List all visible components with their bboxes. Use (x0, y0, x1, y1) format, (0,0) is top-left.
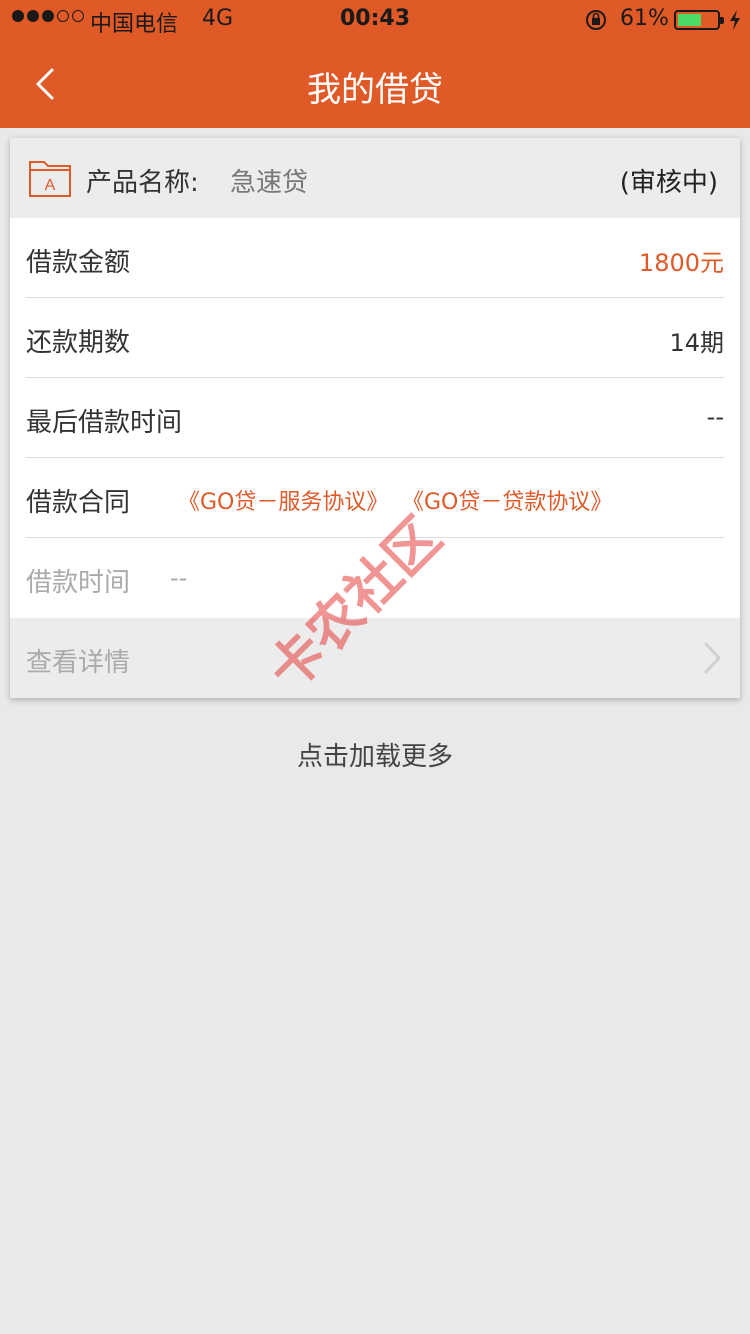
product-name-label: 产品名称: (86, 168, 199, 198)
view-details-button[interactable]: 查看详情 (10, 618, 740, 698)
repayment-periods-value: 14期 (669, 329, 724, 357)
loan-agreement-link[interactable]: 《GO贷－贷款协议》 (402, 484, 612, 516)
repayment-periods-row: 还款期数 14期 (26, 298, 724, 378)
loan-amount-value: 1800元 (638, 249, 724, 277)
status-bar: 中国电信 4G 00:43 61% (0, 0, 750, 40)
loan-time-label: 借款时间 (26, 568, 131, 598)
service-agreement-link[interactable]: 《GO贷－服务协议》 (178, 484, 388, 516)
product-name-value: 急速贷 (230, 168, 309, 198)
chevron-right-icon (704, 642, 721, 674)
loan-amount-row: 借款金额 1800元 (26, 218, 724, 298)
loan-time-value: -- (170, 564, 188, 592)
rotation-lock-icon (586, 10, 606, 30)
loan-card: A 产品名称: 急速贷 (审核中) 借款金额 1800元 还款期数 14期 最后… (10, 138, 740, 698)
last-loan-time-value: -- (706, 403, 724, 431)
nav-bar: 我的借贷 (0, 40, 750, 128)
loan-contract-row: 借款合同 《GO贷－服务协议》 《GO贷－贷款协议》 (26, 458, 724, 538)
loan-time-row: 借款时间 -- (26, 538, 724, 618)
loan-contract-label: 借款合同 (26, 488, 131, 518)
last-loan-time-label: 最后借款时间 (26, 408, 183, 438)
charging-bolt-icon (730, 10, 740, 30)
page-title: 我的借贷 (307, 70, 443, 110)
loan-card-header: A 产品名称: 急速贷 (审核中) (10, 138, 740, 218)
load-more-button[interactable]: 点击加载更多 (0, 736, 750, 773)
loan-amount-label: 借款金额 (26, 248, 131, 278)
battery-icon (674, 10, 724, 30)
battery-percent: 61% (620, 6, 669, 31)
folder-icon: A (29, 161, 71, 197)
header: 中国电信 4G 00:43 61% 我的借贷 (0, 0, 750, 128)
last-loan-time-row: 最后借款时间 -- (26, 378, 724, 458)
status-badge: (审核中) (619, 168, 718, 198)
view-details-label: 查看详情 (26, 648, 131, 678)
svg-text:A: A (45, 177, 56, 194)
repayment-periods-label: 还款期数 (26, 328, 131, 358)
